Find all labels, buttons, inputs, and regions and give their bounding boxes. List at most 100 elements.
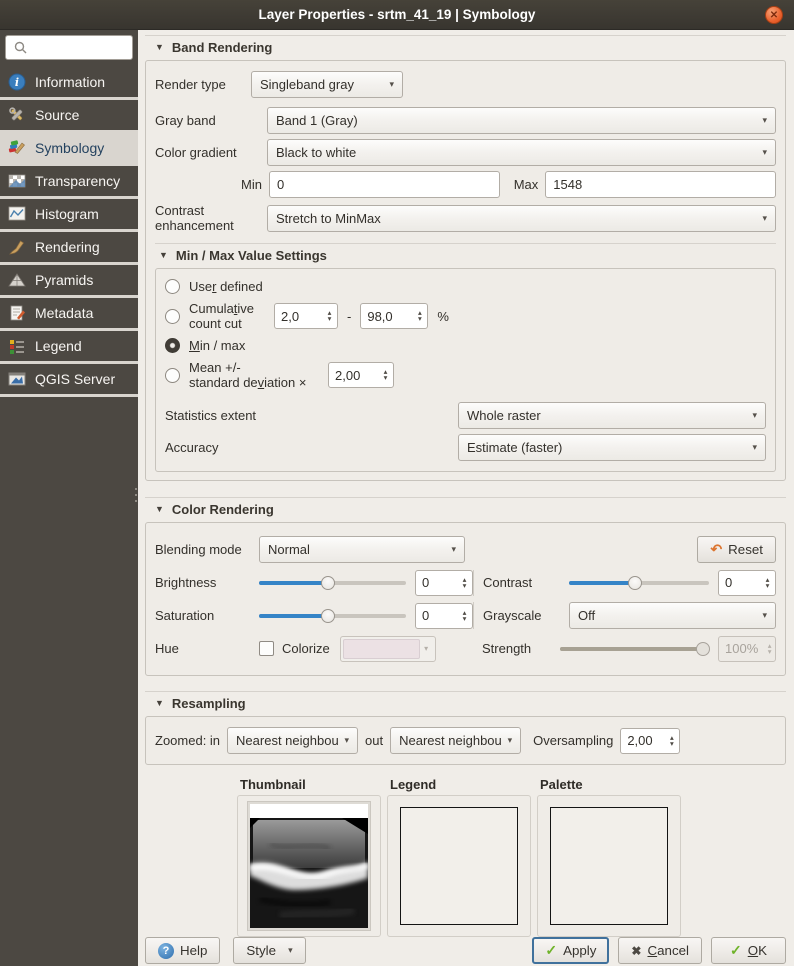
spinner-buttons[interactable]: ▴▾: [378, 363, 393, 387]
sidebar-filler: [0, 397, 138, 966]
cumulative-high-spinbox[interactable]: 98,0 ▴▾: [360, 303, 428, 329]
spinner-buttons[interactable]: ▴▾: [412, 304, 427, 328]
palette-group: Palette: [537, 777, 681, 937]
sidebar-item-pyramids[interactable]: Pyramids: [0, 265, 138, 298]
sidebar-item-symbology[interactable]: Symbology: [0, 133, 138, 166]
chevron-down-icon: ▾: [420, 639, 433, 659]
collapse-arrow-icon[interactable]: ▼: [155, 43, 164, 52]
min-label: Min: [241, 177, 262, 192]
zoomed-out-dropdown[interactable]: Nearest neighbour ▾: [390, 727, 521, 754]
window-titlebar[interactable]: Layer Properties - srtm_41_19 | Symbolog…: [0, 0, 794, 30]
cumulative-low-spinbox[interactable]: 2,0 ▴▾: [274, 303, 338, 329]
metadata-icon: [8, 304, 26, 322]
band-rendering-header: ▼ Band Rendering: [145, 36, 786, 60]
color-rendering-header: ▼ Color Rendering: [145, 498, 786, 522]
palette-title: Palette: [540, 777, 681, 792]
cancel-button[interactable]: ✖ Cancel: [618, 937, 702, 964]
slider-handle[interactable]: [321, 609, 335, 623]
chevron-down-icon: ▾: [389, 79, 394, 90]
strength-spinbox: 100% ▴▾: [718, 636, 776, 662]
sidebar-item-label: Information: [35, 74, 105, 90]
user-defined-radio[interactable]: [165, 279, 180, 294]
max-input[interactable]: 1548: [545, 171, 776, 198]
chevron-down-icon: ▾: [288, 945, 293, 956]
ok-button[interactable]: ✓ OK: [711, 937, 786, 964]
spinner-buttons[interactable]: ▴▾: [760, 571, 775, 595]
chevron-down-icon: ▾: [752, 410, 757, 421]
oversampling-spinbox[interactable]: 2,00 ▴▾: [620, 728, 680, 754]
check-icon: ✓: [730, 942, 742, 959]
thumbnail-image: [247, 801, 371, 931]
sidebar-item-label: Pyramids: [35, 272, 93, 288]
color-gradient-dropdown[interactable]: Black to white ▾: [267, 139, 776, 166]
reset-button[interactable]: ↶ Reset: [697, 536, 776, 563]
sidebar-item-legend[interactable]: Legend: [0, 331, 138, 364]
gray-band-dropdown[interactable]: Band 1 (Gray) ▾: [267, 107, 776, 134]
spinner-buttons[interactable]: ▴▾: [664, 729, 679, 753]
symbology-icon: [8, 139, 26, 157]
sidebar-item-source[interactable]: Source: [0, 100, 138, 133]
sidebar-item-information[interactable]: i Information: [0, 67, 138, 100]
min-max-label: Min / max: [189, 338, 245, 353]
band-rendering-frame: Render type Singleband gray ▾ Gray band …: [145, 60, 786, 481]
saturation-slider[interactable]: [259, 608, 406, 624]
accuracy-dropdown[interactable]: Estimate (faster) ▾: [458, 434, 766, 461]
chevron-down-icon: ▾: [451, 544, 456, 555]
chevron-down-icon: ▾: [345, 735, 350, 746]
sidebar-item-qgis-server[interactable]: QGIS Server: [0, 364, 138, 397]
ok-label: OK: [748, 943, 767, 958]
collapse-arrow-icon[interactable]: ▼: [159, 251, 168, 260]
apply-button[interactable]: ✓ Apply: [532, 937, 609, 964]
legend-frame: [387, 795, 531, 937]
sidebar-item-transparency[interactable]: Transparency: [0, 166, 138, 199]
zoomed-in-dropdown[interactable]: Nearest neighbour ▾: [227, 727, 358, 754]
blending-mode-label: Blending mode: [155, 542, 259, 557]
thumbnail-title: Thumbnail: [240, 777, 381, 792]
brightness-spinbox[interactable]: 0 ▴▾: [415, 570, 473, 596]
statistics-extent-dropdown[interactable]: Whole raster ▾: [458, 402, 766, 429]
sidebar-item-rendering[interactable]: Rendering: [0, 232, 138, 265]
contrast-spinbox[interactable]: 0 ▴▾: [718, 570, 776, 596]
brightness-label: Brightness: [155, 575, 259, 590]
mean-stddev-radio[interactable]: [165, 368, 180, 383]
brightness-slider[interactable]: [259, 575, 406, 591]
colorize-color-button[interactable]: ▾: [340, 636, 436, 662]
splitter-handle[interactable]: [135, 488, 137, 506]
spinner-buttons[interactable]: ▴▾: [322, 304, 337, 328]
properties-sidebar: i Information Source Symbology: [0, 30, 138, 966]
cumulative-count-cut-radio[interactable]: [165, 309, 180, 324]
legend-title: Legend: [390, 777, 531, 792]
close-button[interactable]: ✕: [765, 6, 783, 24]
min-input[interactable]: 0: [269, 171, 500, 198]
slider-handle[interactable]: [628, 576, 642, 590]
zoomed-in-label: Zoomed: in: [155, 733, 220, 748]
slider-handle[interactable]: [321, 576, 335, 590]
color-swatch: [343, 639, 420, 659]
style-button[interactable]: Style ▾: [233, 937, 305, 964]
legend-icon: [8, 337, 26, 355]
help-button[interactable]: ? Help: [145, 937, 220, 964]
sidebar-item-histogram[interactable]: Histogram: [0, 199, 138, 232]
hue-label: Hue: [155, 641, 259, 656]
check-icon: ✓: [545, 942, 557, 959]
saturation-spinbox[interactable]: 0 ▴▾: [415, 603, 473, 629]
grayscale-dropdown[interactable]: Off ▾: [569, 602, 776, 629]
stddev-multiplier-spinbox[interactable]: 2,00 ▴▾: [328, 362, 394, 388]
preview-row: Thumbnail: [237, 777, 786, 937]
chevron-down-icon: ▾: [762, 610, 767, 621]
sidebar-item-metadata[interactable]: Metadata: [0, 298, 138, 331]
sidebar-search-input[interactable]: [5, 35, 133, 60]
blending-mode-dropdown[interactable]: Normal ▾: [259, 536, 465, 563]
render-type-dropdown[interactable]: Singleband gray ▾: [251, 71, 403, 98]
colorize-checkbox[interactable]: [259, 641, 274, 656]
spinner-buttons[interactable]: ▴▾: [457, 604, 472, 628]
collapse-arrow-icon[interactable]: ▼: [155, 699, 164, 708]
undo-icon: ↶: [710, 541, 722, 558]
grayscale-label: Grayscale: [483, 608, 569, 623]
contrast-enhancement-dropdown[interactable]: Stretch to MinMax ▾: [267, 205, 776, 232]
spinner-buttons[interactable]: ▴▾: [457, 571, 472, 595]
qgis-server-icon: [8, 370, 26, 388]
min-max-radio[interactable]: [165, 338, 180, 353]
contrast-slider[interactable]: [569, 575, 709, 591]
collapse-arrow-icon[interactable]: ▼: [155, 505, 164, 514]
